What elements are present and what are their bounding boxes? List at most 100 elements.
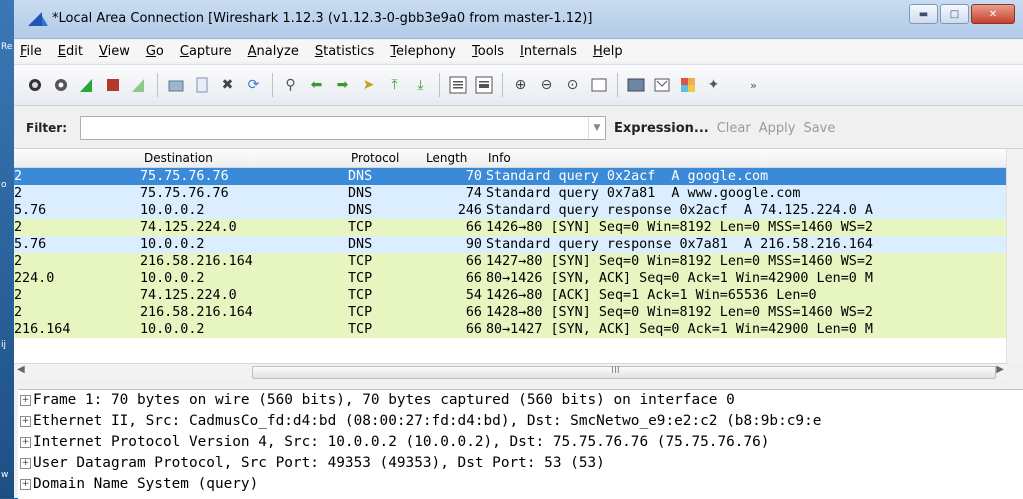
expression-button[interactable]: Expression... [614, 121, 709, 136]
scroll-right-icon[interactable]: ▶ [996, 364, 1004, 375]
menu-statistics[interactable]: Statistics [315, 44, 374, 59]
column-protocol[interactable]: Protocol [351, 151, 399, 165]
toolbar-separator [157, 73, 158, 97]
column-length[interactable]: Length [426, 151, 467, 165]
forward-arrow-icon[interactable]: ➡ [332, 75, 353, 96]
desktop-text: w [1, 470, 9, 480]
window-title: *Local Area Connection [Wireshark 1.12.3… [52, 11, 593, 26]
menu-tools[interactable]: Tools [472, 44, 504, 59]
detail-tree-item[interactable]: + User Datagram Protocol, Src Port: 49353… [18, 453, 1023, 474]
close-button[interactable]: ✕ [971, 4, 1015, 24]
maximize-button[interactable]: □ [940, 4, 969, 24]
more-icon[interactable]: » [743, 75, 764, 96]
packet-protocol: DNS [348, 237, 373, 252]
packet-length: 54 [465, 288, 482, 303]
clear-button[interactable]: Clear [717, 121, 751, 136]
packet-destination: 216.58.216.164 [140, 305, 253, 320]
stop-icon[interactable] [102, 75, 123, 96]
packet-list-header: Destination Protocol Length Info [14, 149, 1023, 168]
zoom-in-icon[interactable]: ⊕ [510, 75, 531, 96]
title-bar[interactable]: *Local Area Connection [Wireshark 1.12.3… [14, 0, 1023, 39]
autoscroll-icon[interactable] [473, 75, 494, 96]
expand-icon[interactable]: + [20, 416, 31, 427]
toolbar-separator [617, 73, 618, 97]
packet-row[interactable]: 216.164 10.0.0.2 TCP 80→1427 [SYN, ACK] Seq… [14, 321, 1023, 338]
preferences-icon[interactable]: ✦ [703, 75, 724, 96]
expand-icon[interactable]: + [20, 479, 31, 490]
close-file-icon[interactable]: ✖ [217, 75, 238, 96]
expand-icon[interactable]: + [20, 437, 31, 448]
menu-file[interactable]: File [20, 44, 42, 59]
menu-analyze[interactable]: Analyze [248, 44, 299, 59]
minimize-icon: ▬ [918, 8, 929, 20]
detail-text: Internet Protocol Version 4, Src: 10.0.0… [33, 434, 770, 450]
packet-row[interactable]: 2 216.58.216.164 TCP 1428→80 [SYN] Seq=0 Wi… [14, 304, 1023, 321]
expand-icon[interactable]: + [20, 395, 31, 406]
packet-protocol: TCP [348, 220, 373, 235]
packet-info: Standard query 0x2acf A google.com [486, 169, 769, 184]
packet-list-vertical-scrollbar[interactable] [1006, 149, 1023, 364]
first-packet-icon[interactable]: ⤒ [384, 75, 405, 96]
menu-help[interactable]: Help [593, 44, 623, 59]
restart-icon[interactable] [128, 75, 149, 96]
detail-tree-item[interactable]: + Frame 1: 70 bytes on wire (560 bits), 7… [18, 390, 1023, 411]
packet-details[interactable]: + Frame 1: 70 bytes on wire (560 bits), 7… [18, 389, 1023, 499]
shark-fin-icon[interactable] [76, 75, 97, 96]
packet-row[interactable]: 2 75.75.76.76 DNS Standard query 0x7a81 A w… [14, 185, 1023, 202]
menu-edit[interactable]: Edit [58, 44, 83, 59]
menu-go[interactable]: Go [146, 44, 164, 59]
minimize-button[interactable]: ▬ [909, 4, 938, 24]
horizontal-scroll-thumb[interactable]: III [252, 365, 996, 379]
reload-icon[interactable]: ⟳ [243, 75, 264, 96]
colorize-icon[interactable] [447, 75, 468, 96]
packet-destination: 74.125.224.0 [140, 220, 237, 235]
detail-tree-item[interactable]: + Ethernet II, Src: CadmusCo_fd:d4:bd (08… [18, 411, 1023, 432]
packet-list[interactable]: Destination Protocol Length Info 2 75.75.… [14, 148, 1023, 364]
column-destination[interactable]: Destination [144, 151, 213, 165]
packet-source: 224.0 [14, 271, 55, 286]
packet-source: 2 [14, 254, 23, 269]
last-packet-icon[interactable]: ⤓ [410, 75, 431, 96]
desktop-text: Re [1, 42, 13, 52]
detail-tree-item[interactable]: + Domain Name System (query) [18, 474, 1023, 495]
open-folder-icon[interactable] [165, 75, 186, 96]
packet-row[interactable]: 5.76 10.0.0.2 DNS Standard query response 0… [14, 202, 1023, 219]
save-button[interactable]: Save [803, 121, 835, 136]
display-filters-icon[interactable] [651, 75, 672, 96]
packet-protocol: DNS [348, 186, 373, 201]
column-info[interactable]: Info [488, 151, 511, 165]
packet-protocol: TCP [348, 271, 373, 286]
zoom-out-icon[interactable]: ⊖ [536, 75, 557, 96]
menu-view[interactable]: View [99, 44, 130, 59]
detail-tree-item[interactable]: + Internet Protocol Version 4, Src: 10.0.… [18, 432, 1023, 453]
menu-capture[interactable]: Capture [180, 44, 232, 59]
coloring-rules-icon[interactable] [677, 75, 698, 96]
resize-columns-icon[interactable] [588, 75, 609, 96]
packet-row[interactable]: 2 74.125.224.0 TCP 1426→80 [ACK] Seq=1 Ack=… [14, 287, 1023, 304]
filter-input[interactable]: ▼ [80, 116, 606, 140]
packet-row[interactable]: 5.76 10.0.0.2 DNS Standard query response 0… [14, 236, 1023, 253]
packet-info: 1427→80 [SYN] Seq=0 Win=8192 Len=0 MSS=1… [486, 254, 873, 269]
find-icon[interactable]: ⚲ [280, 75, 301, 96]
menu-internals[interactable]: Internals [520, 44, 577, 59]
start-capture-icon[interactable] [24, 75, 45, 96]
packet-length: 246 [457, 203, 482, 218]
save-file-icon[interactable] [191, 75, 212, 96]
filter-dropdown-icon[interactable]: ▼ [588, 117, 605, 139]
capture-options-icon[interactable] [50, 75, 71, 96]
normal-size-icon[interactable]: ⊙ [562, 75, 583, 96]
capture-filters-icon[interactable] [625, 75, 646, 96]
wireshark-fin-icon [28, 12, 48, 26]
packet-row[interactable]: 2 75.75.76.76 DNS Standard query 0x2acf A g… [14, 168, 1023, 185]
packet-row[interactable]: 2 74.125.224.0 TCP 1426→80 [SYN] Seq=0 Win=… [14, 219, 1023, 236]
packet-list-horizontal-scrollbar[interactable]: ◀ III ▶ [14, 363, 1007, 380]
back-arrow-icon[interactable]: ⬅ [306, 75, 327, 96]
apply-button[interactable]: Apply [759, 121, 796, 136]
go-to-packet-icon[interactable]: ➤ [358, 75, 379, 96]
packet-row[interactable]: 2 216.58.216.164 TCP 1427→80 [SYN] Seq=0 Wi… [14, 253, 1023, 270]
expand-icon[interactable]: + [20, 458, 31, 469]
scroll-left-icon[interactable]: ◀ [17, 364, 25, 375]
packet-row[interactable]: 224.0 10.0.0.2 TCP 80→1426 [SYN, ACK] Seq=0… [14, 270, 1023, 287]
filter-label: Filter: [26, 121, 68, 135]
menu-telephony[interactable]: Telephony [390, 44, 456, 59]
